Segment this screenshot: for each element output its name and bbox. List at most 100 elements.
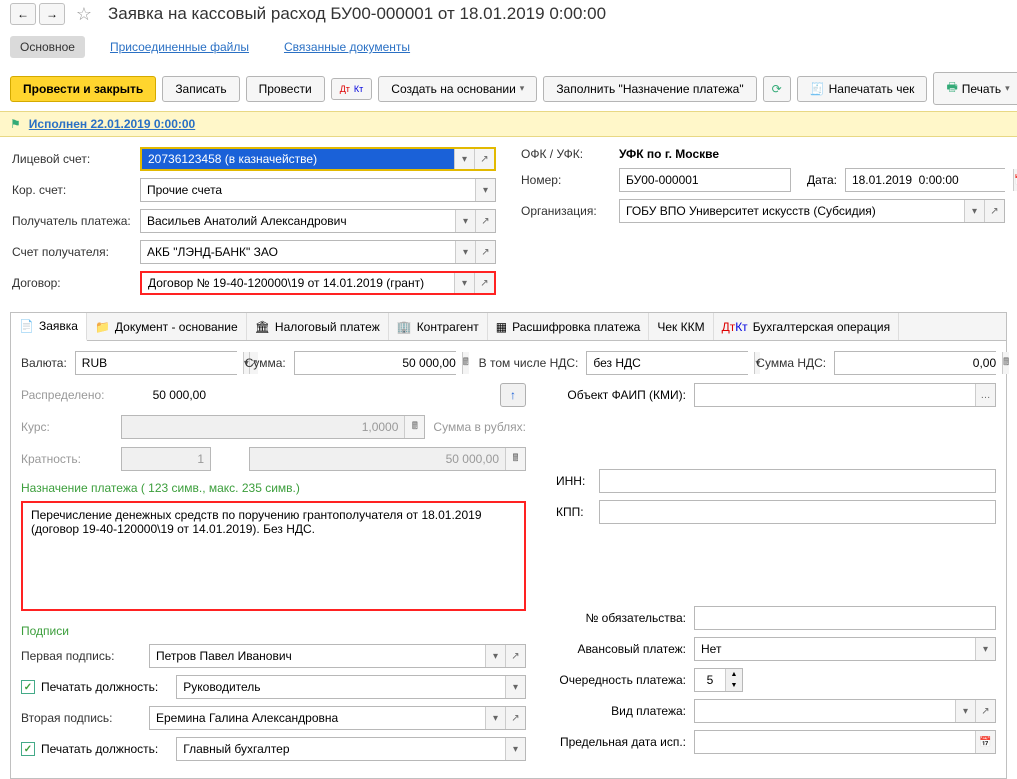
kpp-label: КПП: (556, 505, 591, 519)
create-based-button[interactable]: Создать на основании ▾ (378, 76, 537, 102)
receipt-icon: 🧾 (810, 82, 825, 96)
recipient-field[interactable]: ▾ ↗ (140, 209, 496, 233)
obligation-field[interactable] (694, 606, 996, 630)
post-button[interactable]: Провести (246, 76, 325, 102)
pay-type-label: Вид платежа: (556, 704, 686, 718)
tax-icon: 🏛 (255, 320, 270, 334)
status-flag-icon: ⚑ (10, 117, 21, 131)
purpose-title: Назначение платежа ( 123 симв., макс. 23… (21, 481, 526, 495)
number-field[interactable] (619, 168, 791, 192)
inn-field[interactable] (599, 469, 996, 493)
tab-docbase[interactable]: 📁Документ - основание (87, 313, 247, 340)
sign2-field[interactable]: ▾ ↗ (149, 706, 526, 730)
payment-purpose-textarea[interactable] (21, 501, 526, 611)
cor-account-label: Кор. счет: (12, 183, 132, 197)
org-field[interactable]: ▾ ↗ (619, 199, 1005, 223)
obligation-label: № обязательства: (556, 611, 686, 625)
pay-type-field[interactable]: ▾ ↗ (694, 699, 996, 723)
tab-buh[interactable]: ДтКтБухгалтерская операция (714, 313, 900, 340)
dtkt-icon: ДтКт (722, 320, 748, 334)
faip-field[interactable]: … (694, 383, 996, 407)
cor-account-field[interactable]: ▾ (140, 178, 496, 202)
limit-date-field[interactable]: 📅 (694, 730, 996, 754)
doc-icon: 📄 (19, 319, 34, 333)
distributed-label: Распределено: (21, 388, 113, 402)
tab-kkm[interactable]: Чек ККМ (649, 313, 713, 340)
fill-purpose-button[interactable]: Заполнить "Назначение платежа" (543, 76, 756, 102)
vat-sum-label: Сумма НДС: (756, 356, 826, 370)
tab-tax[interactable]: 🏛Налоговый платеж (247, 313, 389, 340)
spinner-up-icon[interactable]: ▲ (726, 669, 742, 680)
print-pos1-checkbox[interactable]: ✓ (21, 680, 35, 694)
advance-label: Авансовый платеж: (556, 642, 686, 656)
ofk-label: ОФК / УФК: (521, 147, 611, 161)
sign1-field[interactable]: ▾ ↗ (149, 644, 526, 668)
print-pos2-checkbox[interactable]: ✓ (21, 742, 35, 756)
personal-account-label: Лицевой счет: (12, 152, 132, 166)
print-button[interactable]: 🖶 Печать ▾ (933, 72, 1017, 105)
pos2-field[interactable]: ▾ (176, 737, 526, 761)
kpp-field[interactable] (599, 500, 996, 524)
rate-label: Курс: (21, 420, 113, 434)
top-tab-main[interactable]: Основное (10, 36, 85, 58)
grid-icon: ▦ (496, 320, 507, 334)
bank-icon: 🏢 (397, 320, 412, 334)
tab-contragent[interactable]: 🏢Контрагент (389, 313, 488, 340)
org-label: Организация: (521, 204, 611, 218)
sync-button[interactable]: ⟳ (763, 76, 791, 102)
inn-label: ИНН: (556, 474, 591, 488)
limit-date-label: Предельная дата исп.: (556, 735, 686, 749)
recipient-label: Получатель платежа: (12, 214, 132, 228)
folder-icon: 📁 (95, 320, 110, 334)
tab-app[interactable]: 📄Заявка (11, 313, 87, 341)
print-check-button[interactable]: 🧾Напечатать чек (797, 76, 928, 102)
calc-icon[interactable]: 🖩 (1002, 352, 1009, 374)
calendar-icon[interactable]: 📅 (1013, 169, 1017, 191)
tab-decode[interactable]: ▦Расшифровка платежа (488, 313, 650, 340)
date-field[interactable]: 📅 (845, 168, 1005, 192)
dropdown-icon[interactable]: ▾ (454, 149, 474, 169)
advance-field[interactable]: ▾ (694, 637, 996, 661)
rate-field: 🖩 (121, 415, 425, 439)
nav-forward-button[interactable]: → (39, 3, 65, 25)
mult-label: Кратность: (21, 452, 113, 466)
ofk-value: УФК по г. Москве (619, 147, 719, 161)
print-pos1-label: Печатать должность: (41, 680, 158, 694)
vat-sum-field[interactable]: 🖩 (834, 351, 996, 375)
recipient-acc-label: Счет получателя: (12, 245, 132, 259)
top-tab-related[interactable]: Связанные документы (274, 36, 420, 58)
sign1-label: Первая подпись: (21, 649, 141, 663)
vat-type-field[interactable]: ▾ (586, 351, 748, 375)
date-label: Дата: (807, 173, 837, 187)
personal-account-field[interactable]: ▾ ↗ (140, 147, 496, 171)
calendar-icon[interactable]: 📅 (975, 731, 995, 753)
distributed-value: 50 000,00 (121, 388, 206, 402)
recipient-acc-field[interactable]: ▾ ↗ (140, 240, 496, 264)
post-and-close-button[interactable]: Провести и закрыть (10, 76, 156, 102)
top-tab-files[interactable]: Присоединенные файлы (100, 36, 259, 58)
printer-icon: 🖶 (946, 78, 957, 99)
dt-kt-button[interactable]: ДтКт (331, 78, 373, 100)
page-title: Заявка на кассовый расход БУ00-000001 от… (108, 4, 606, 24)
signs-title: Подписи (21, 624, 526, 638)
pos1-field[interactable]: ▾ (176, 675, 526, 699)
rub-sum-field: 🖩 (249, 447, 526, 471)
open-icon[interactable]: ↗ (474, 149, 494, 169)
contract-field[interactable]: ▾ ↗ (140, 271, 496, 295)
sum-label: Сумма: (245, 356, 286, 370)
save-button[interactable]: Записать (162, 76, 239, 102)
contract-label: Договор: (12, 276, 132, 290)
priority-label: Очередность платежа: (556, 673, 686, 687)
number-label: Номер: (521, 173, 611, 187)
rub-sum-label: Сумма в рублях: (433, 420, 526, 434)
currency-field[interactable]: ▾ ↗ (75, 351, 237, 375)
arrow-up-button[interactable]: ↑ (500, 383, 526, 407)
calc-icon[interactable]: 🖩 (462, 352, 469, 374)
currency-label: Валюта: (21, 356, 67, 370)
priority-field[interactable]: ▲▼ (694, 668, 743, 692)
status-link[interactable]: Исполнен 22.01.2019 0:00:00 (29, 117, 195, 131)
nav-back-button[interactable]: ← (10, 3, 36, 25)
spinner-down-icon[interactable]: ▼ (726, 680, 742, 691)
sum-field[interactable]: 🖩 (294, 351, 456, 375)
favorite-star-icon[interactable]: ☆ (73, 3, 95, 25)
